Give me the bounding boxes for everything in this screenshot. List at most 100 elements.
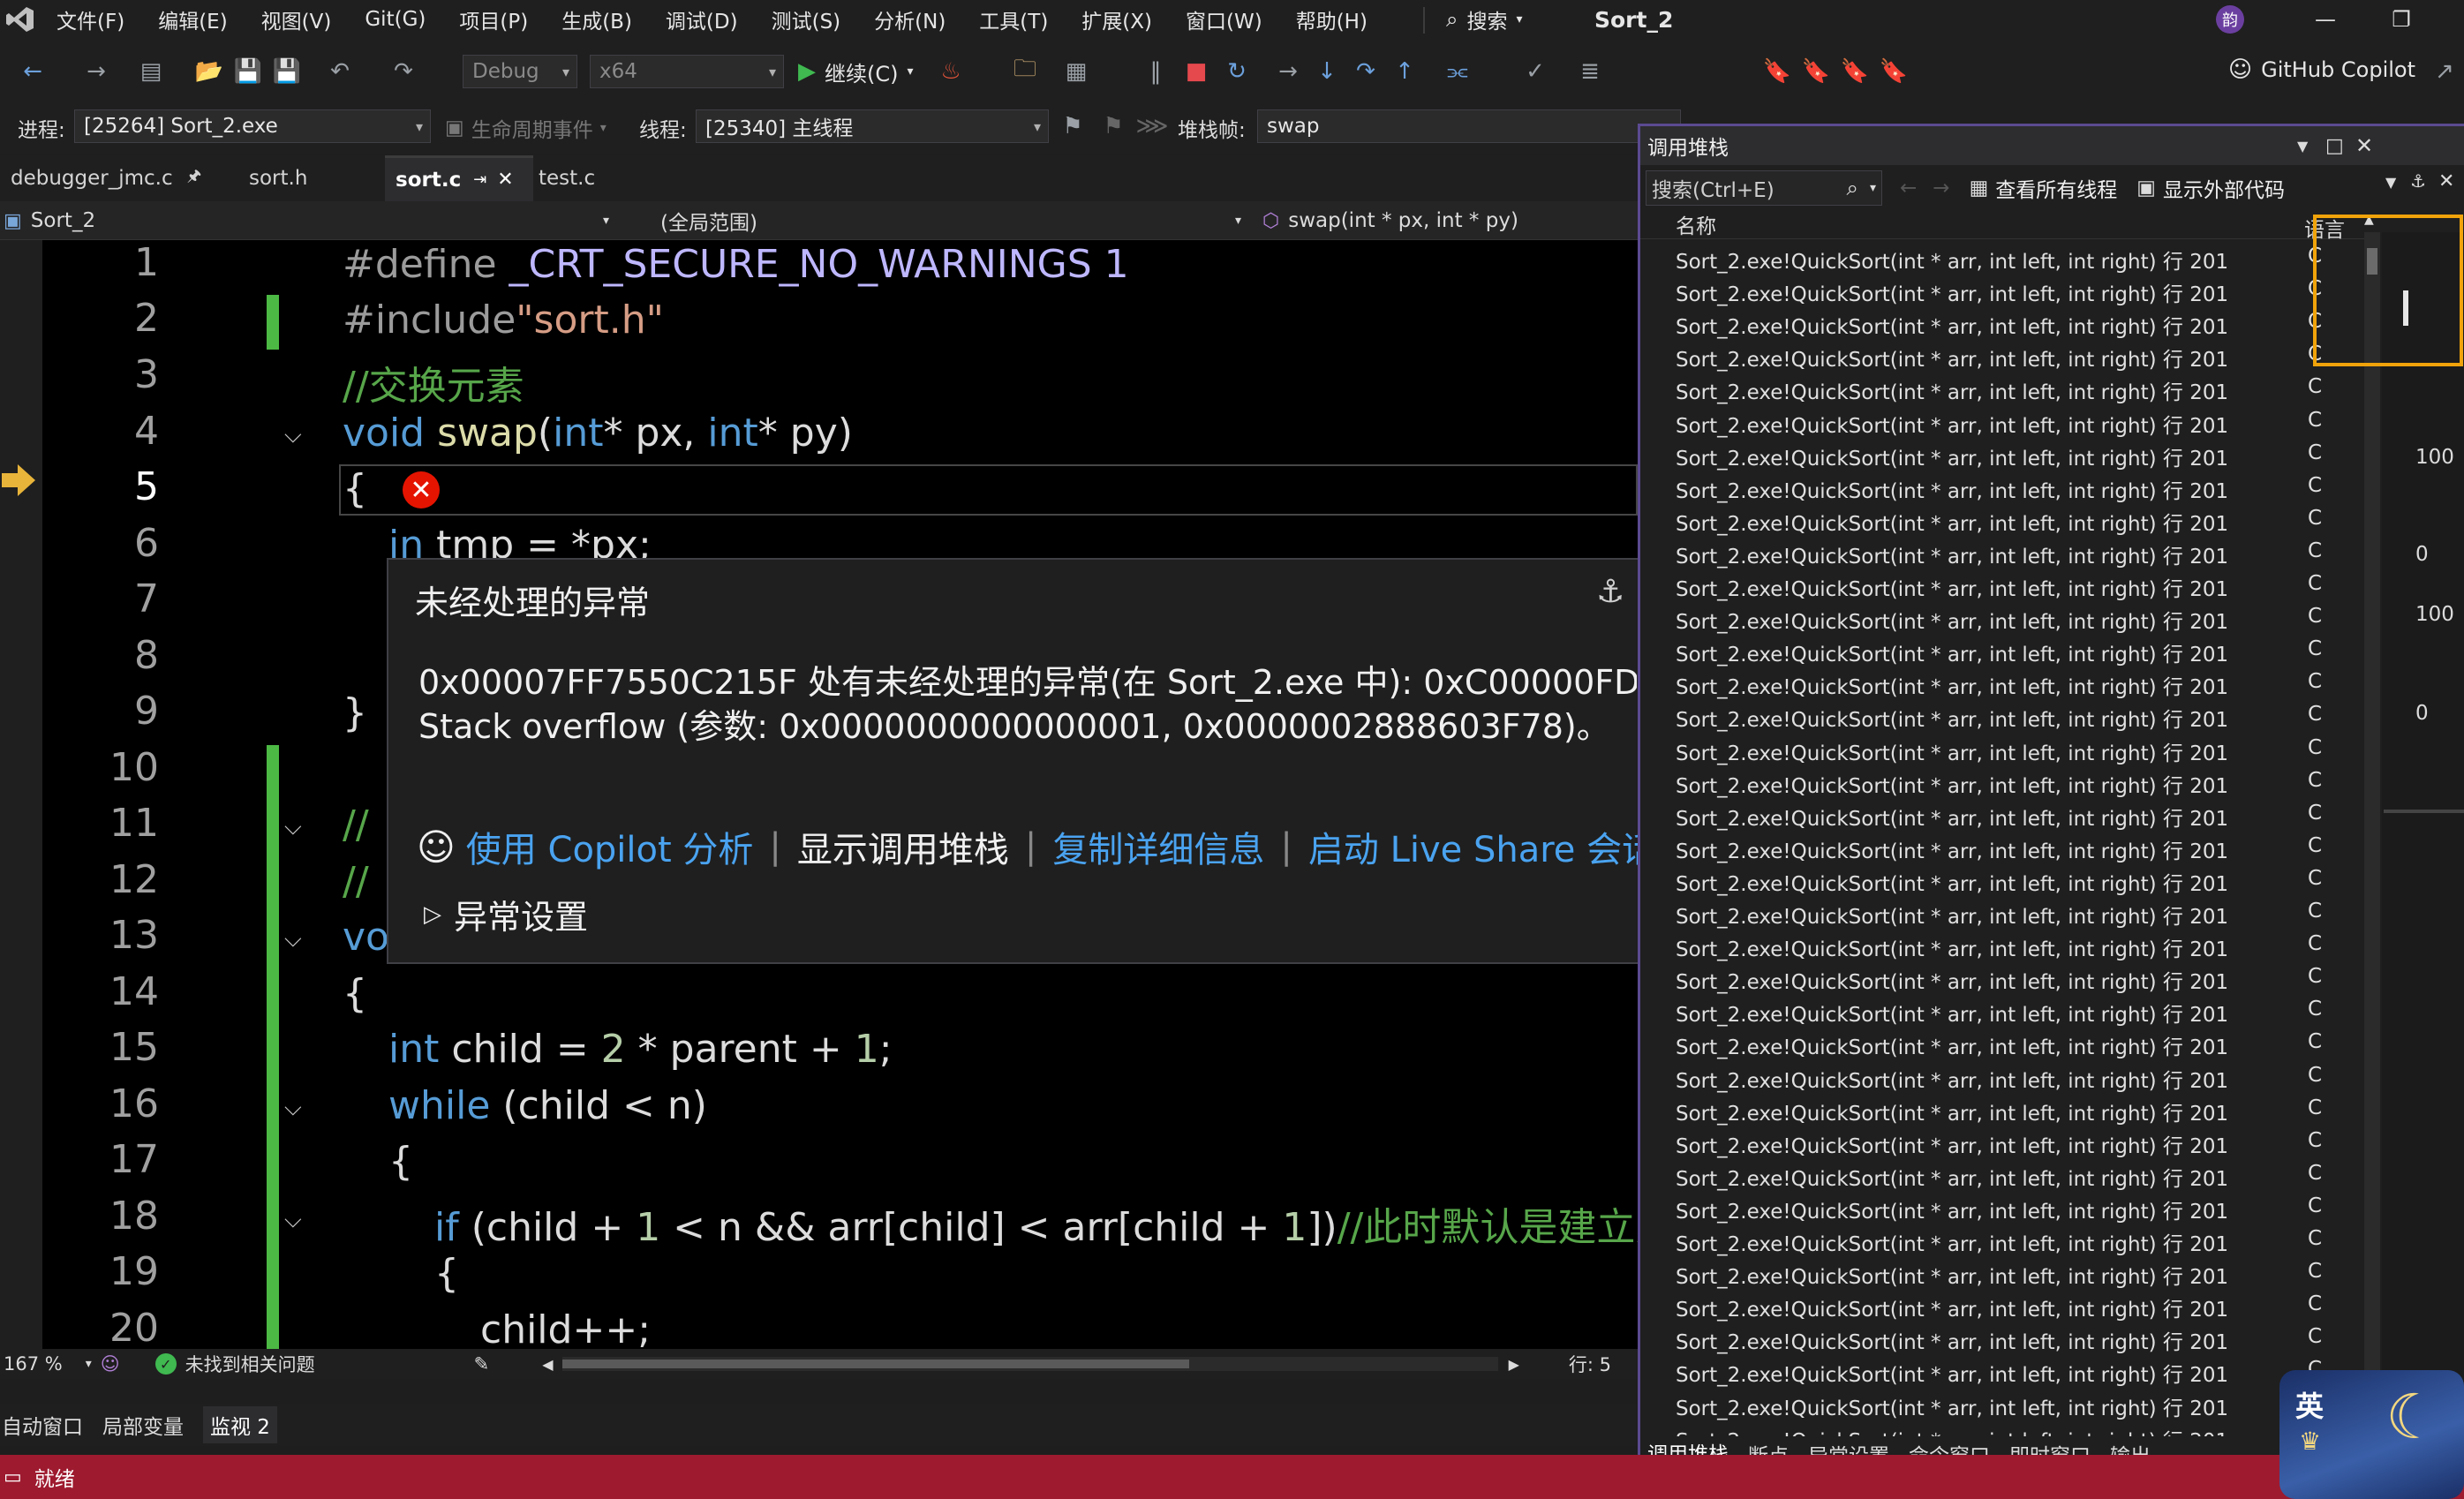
- ime-widget[interactable]: 英 ☾ ♛: [2279, 1370, 2464, 1499]
- call-stack-row[interactable]: Sort_2.exe!QuickSort(int * arr, int left…: [1640, 405, 2364, 438]
- back-icon[interactable]: ←: [18, 56, 48, 87]
- bookmark-icon[interactable]: 🔖: [1762, 56, 1792, 87]
- scroll-left-icon[interactable]: ◀: [542, 1356, 553, 1373]
- call-stack-row[interactable]: Sort_2.exe!QuickSort(int * arr, int left…: [1640, 1191, 2364, 1224]
- column-name-header[interactable]: 名称: [1676, 209, 1716, 239]
- call-stack-row[interactable]: Sort_2.exe!QuickSort(int * arr, int left…: [1640, 634, 2364, 667]
- menu-edit[interactable]: 编辑(E): [158, 0, 227, 39]
- flag-icon[interactable]: ⚑: [1058, 111, 1088, 141]
- call-stack-row[interactable]: Sort_2.exe!QuickSort(int * arr, int left…: [1640, 274, 2364, 306]
- lifecycle-events-button[interactable]: ▣ 生命周期事件 ▾: [445, 113, 607, 143]
- menu-test[interactable]: 测试(S): [772, 0, 841, 39]
- panel-close-icon[interactable]: ✕: [2355, 133, 2373, 158]
- panel-dropdown-icon[interactable]: ▼: [2297, 138, 2308, 154]
- step-into-icon[interactable]: ↓: [1312, 56, 1342, 87]
- minimize-button[interactable]: —: [2308, 0, 2343, 39]
- exception-settings-toggle[interactable]: ▷ 异常设置: [424, 890, 588, 938]
- restore-button[interactable]: ❐: [2384, 0, 2419, 39]
- brush-icon[interactable]: ✎: [474, 1353, 490, 1375]
- menu-tools[interactable]: 工具(T): [979, 0, 1048, 39]
- window-layout-icon[interactable]: ▦: [1061, 56, 1091, 87]
- scroll-right-icon[interactable]: ▶: [1509, 1356, 1519, 1373]
- vertical-scrollbar[interactable]: [2364, 232, 2380, 1450]
- start-live-share-link[interactable]: 启动 Live Share 会话: [1308, 821, 1657, 872]
- comment-icon[interactable]: ≣: [1575, 56, 1605, 87]
- call-stack-row[interactable]: Sort_2.exe!QuickSort(int * arr, int left…: [1640, 306, 2364, 339]
- call-stack-row[interactable]: Sort_2.exe!QuickSort(int * arr, int left…: [1640, 733, 2364, 765]
- call-stack-row[interactable]: Sort_2.exe!QuickSort(int * arr, int left…: [1640, 1388, 2364, 1420]
- fold-chevron-icon[interactable]: ⌵: [284, 1207, 311, 1233]
- diagnostics-icon[interactable]: ⫘: [1443, 56, 1473, 87]
- copy-details-link[interactable]: 复制详细信息: [1052, 821, 1264, 872]
- menu-analyze[interactable]: 分析(N): [874, 0, 946, 39]
- call-stack-row[interactable]: Sort_2.exe!QuickSort(int * arr, int left…: [1640, 1256, 2364, 1289]
- issues-status[interactable]: 未找到相关问题: [185, 1351, 315, 1377]
- platform-dropdown[interactable]: x64 ▾: [590, 55, 784, 88]
- thread-dropdown[interactable]: [25340] 主线程 ▾: [696, 109, 1049, 143]
- call-stack-row[interactable]: Sort_2.exe!QuickSort(int * arr, int left…: [1640, 1322, 2364, 1354]
- call-stack-row[interactable]: Sort_2.exe!QuickSort(int * arr, int left…: [1640, 569, 2364, 601]
- redo-icon[interactable]: ↷: [388, 56, 418, 87]
- call-stack-row[interactable]: Sort_2.exe!QuickSort(int * arr, int left…: [1640, 929, 2364, 961]
- horizontal-scrollbar[interactable]: [561, 1357, 1498, 1371]
- tab-debugger-jmc[interactable]: debugger_jmc.c 🖈: [0, 155, 221, 201]
- dock-dropdown-icon[interactable]: ▼: [2385, 174, 2396, 191]
- call-stack-row[interactable]: Sort_2.exe!QuickSort(int * arr, int left…: [1640, 1158, 2364, 1191]
- call-stack-row[interactable]: Sort_2.exe!QuickSort(int * arr, int left…: [1640, 339, 2364, 372]
- call-stack-row[interactable]: Sort_2.exe!QuickSort(int * arr, int left…: [1640, 1289, 2364, 1322]
- view-all-threads-button[interactable]: 查看所有线程: [1995, 173, 2117, 203]
- share-icon[interactable]: ↗: [2430, 56, 2460, 87]
- bookmark-next-icon[interactable]: 🔖: [1840, 56, 1870, 87]
- call-stack-row[interactable]: Sort_2.exe!QuickSort(int * arr, int left…: [1640, 1027, 2364, 1059]
- show-call-stack-link[interactable]: 显示调用堆栈: [797, 821, 1009, 872]
- tab-sort-c[interactable]: sort.c ⇥ ✕: [385, 155, 533, 201]
- call-stack-row[interactable]: Sort_2.exe!QuickSort(int * arr, int left…: [1640, 699, 2364, 732]
- save-icon[interactable]: 💾: [233, 56, 263, 87]
- tab-test-c[interactable]: test.c: [528, 155, 669, 201]
- tab-sort-h[interactable]: sort.h: [238, 155, 380, 201]
- break-all-icon[interactable]: ‖: [1141, 56, 1171, 87]
- open-folder-icon[interactable]: 📂: [194, 56, 224, 87]
- continue-button[interactable]: ▶ 继续(C) ▾: [798, 55, 914, 88]
- call-stack-row[interactable]: Sort_2.exe!QuickSort(int * arr, int left…: [1640, 1420, 2364, 1436]
- call-stack-row[interactable]: Sort_2.exe!QuickSort(int * arr, int left…: [1640, 536, 2364, 569]
- bookmark-prev-icon[interactable]: 🔖: [1801, 56, 1831, 87]
- call-stack-row[interactable]: Sort_2.exe!QuickSort(int * arr, int left…: [1640, 765, 2364, 798]
- bookmark-clear-icon[interactable]: 🔖: [1879, 56, 1909, 87]
- call-stack-row[interactable]: Sort_2.exe!QuickSort(int * arr, int left…: [1640, 503, 2364, 536]
- menu-help[interactable]: 帮助(H): [1296, 0, 1368, 39]
- tab-watch-2[interactable]: 监视 2: [203, 1406, 277, 1443]
- fold-chevron-icon[interactable]: ⌵: [284, 814, 311, 840]
- flag-all-icon[interactable]: ⚑: [1098, 111, 1128, 141]
- show-external-code-button[interactable]: 显示外部代码: [2163, 173, 2285, 203]
- dock-pin-icon[interactable]: ⚓: [2410, 170, 2426, 192]
- menu-debug[interactable]: 调试(D): [666, 0, 738, 39]
- save-all-icon[interactable]: 💾: [272, 56, 302, 87]
- call-stack-row[interactable]: Sort_2.exe!QuickSort(int * arr, int left…: [1640, 667, 2364, 699]
- nav-forward-icon[interactable]: →: [1933, 177, 1949, 200]
- user-avatar[interactable]: 韵: [2216, 5, 2244, 34]
- project-dropdown[interactable]: ▣ Sort_2 ▾: [0, 201, 618, 240]
- pin-icon[interactable]: 🖈: [187, 165, 202, 192]
- close-icon[interactable]: ✕: [497, 169, 513, 191]
- hot-reload-icon[interactable]: ♨: [936, 56, 966, 87]
- call-stack-row[interactable]: Sort_2.exe!QuickSort(int * arr, int left…: [1640, 831, 2364, 863]
- call-stack-row[interactable]: Sort_2.exe!QuickSort(int * arr, int left…: [1640, 994, 2364, 1027]
- menu-project[interactable]: 项目(P): [459, 0, 528, 39]
- tab-autos[interactable]: 自动窗口: [2, 1410, 83, 1440]
- zoom-level[interactable]: 167 %: [4, 1353, 63, 1375]
- fold-chevron-icon[interactable]: ⌵: [284, 1095, 311, 1121]
- menu-extensions[interactable]: 扩展(X): [1081, 0, 1152, 39]
- call-stack-row[interactable]: Sort_2.exe!QuickSort(int * arr, int left…: [1640, 471, 2364, 503]
- dock-close-icon[interactable]: ✕: [2438, 170, 2454, 192]
- menu-file[interactable]: 文件(F): [57, 0, 124, 39]
- fold-chevron-icon[interactable]: ⌵: [284, 926, 311, 953]
- call-stack-row[interactable]: Sort_2.exe!QuickSort(int * arr, int left…: [1640, 863, 2364, 896]
- step-out-icon[interactable]: ↑: [1390, 56, 1420, 87]
- github-copilot-button[interactable]: ☺ GitHub Copilot: [2228, 56, 2415, 83]
- fold-chevron-icon[interactable]: ⌵: [284, 422, 311, 448]
- step-over-icon[interactable]: ↷: [1351, 56, 1381, 87]
- folder-icon[interactable]: 🗀: [1010, 56, 1040, 87]
- config-dropdown[interactable]: Debug ▾: [463, 55, 577, 88]
- call-stack-row[interactable]: Sort_2.exe!QuickSort(int * arr, int left…: [1640, 1060, 2364, 1093]
